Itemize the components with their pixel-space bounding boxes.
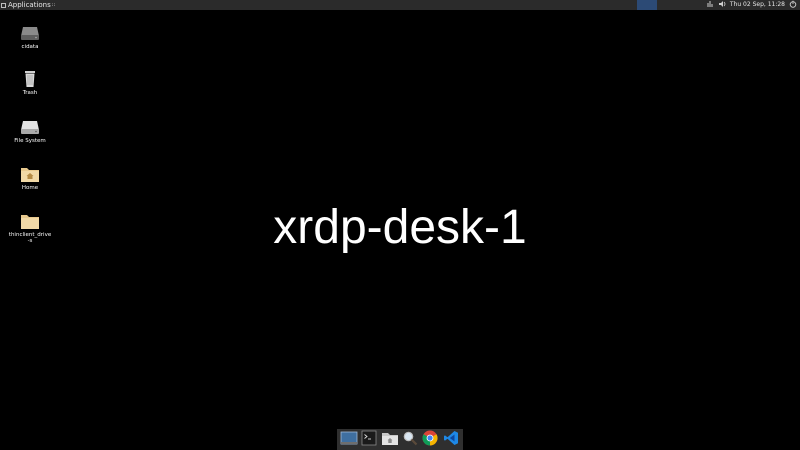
drive-icon bbox=[20, 24, 40, 42]
volume-icon[interactable] bbox=[718, 0, 726, 11]
desktop-icon-cidata[interactable]: cidata bbox=[8, 24, 52, 50]
desktop-icon-trash[interactable]: Trash bbox=[8, 70, 52, 96]
chrome-icon bbox=[422, 430, 438, 450]
terminal-icon bbox=[361, 430, 377, 450]
workspace-switcher[interactable] bbox=[637, 0, 657, 10]
desktop-icon-label: cidata bbox=[21, 44, 39, 50]
dock-terminal[interactable] bbox=[360, 430, 378, 450]
clock[interactable]: Thu 02 Sep, 11:28 bbox=[730, 0, 785, 10]
desktop-screen: Applications :: Thu 02 Sep, 11:28 cidata… bbox=[0, 0, 800, 450]
desktop-icon-label: File System bbox=[14, 138, 46, 144]
trash-icon bbox=[20, 70, 40, 88]
desktop-icon-file-system[interactable]: File System bbox=[8, 118, 52, 144]
drive-icon bbox=[20, 118, 40, 136]
system-tray: Thu 02 Sep, 11:28 bbox=[707, 0, 797, 10]
vscode-icon bbox=[443, 430, 459, 450]
applications-menu-icon bbox=[1, 2, 6, 8]
desktop-icon-home[interactable]: Home bbox=[8, 165, 52, 191]
power-icon[interactable] bbox=[789, 0, 797, 11]
dock-file-manager[interactable] bbox=[381, 431, 399, 449]
search-icon bbox=[402, 430, 418, 450]
dock-vscode[interactable] bbox=[442, 430, 460, 450]
dock-search[interactable] bbox=[401, 431, 419, 449]
applications-menu-label: Applications bbox=[8, 1, 51, 9]
desktop-hostname-label: xrdp-desk-1 bbox=[273, 201, 527, 254]
file-manager-icon bbox=[381, 430, 399, 450]
show-desktop-icon bbox=[340, 430, 358, 450]
dock-chrome[interactable] bbox=[421, 430, 439, 450]
dock-show-desktop[interactable] bbox=[340, 431, 358, 449]
desktop-icon-label: Home bbox=[21, 185, 39, 191]
desktop-icon-label: Trash bbox=[22, 90, 38, 96]
applications-menu[interactable]: Applications :: bbox=[1, 0, 55, 10]
home-folder-icon bbox=[20, 165, 40, 183]
network-icon[interactable] bbox=[707, 0, 714, 11]
top-panel: Applications :: Thu 02 Sep, 11:28 bbox=[0, 0, 800, 10]
applications-menu-caret: :: bbox=[51, 2, 56, 8]
dock bbox=[337, 429, 463, 450]
